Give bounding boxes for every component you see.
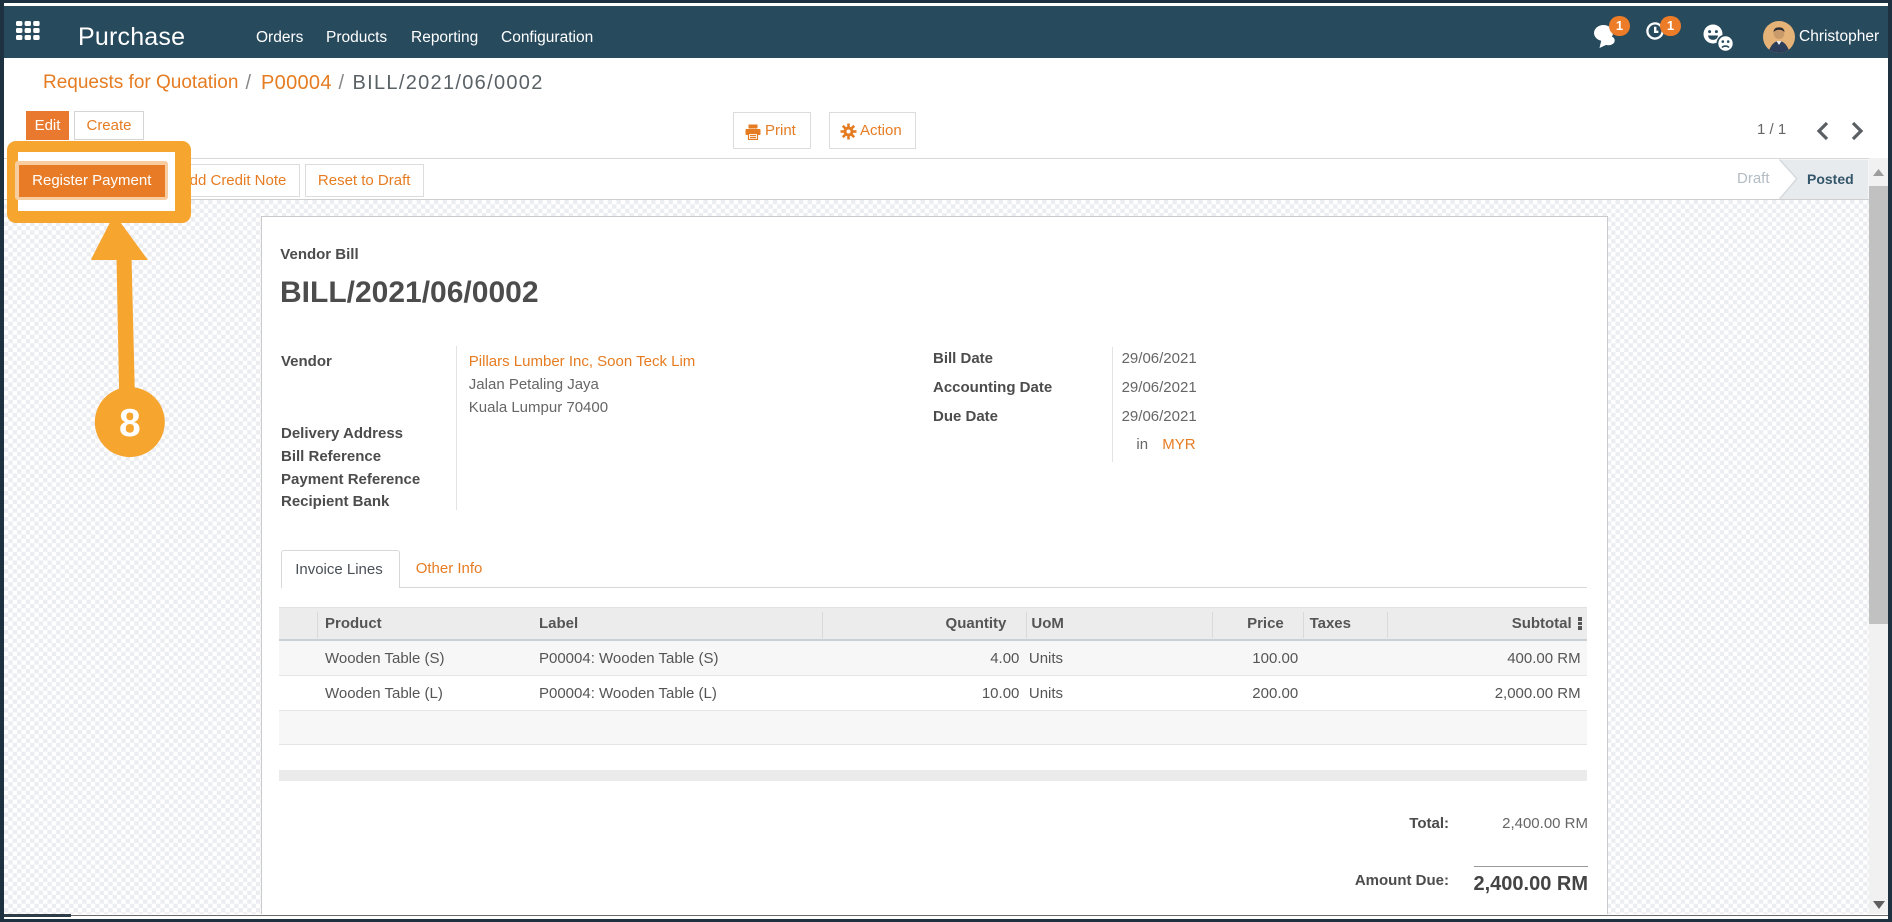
svg-text:8: 8: [119, 402, 141, 445]
